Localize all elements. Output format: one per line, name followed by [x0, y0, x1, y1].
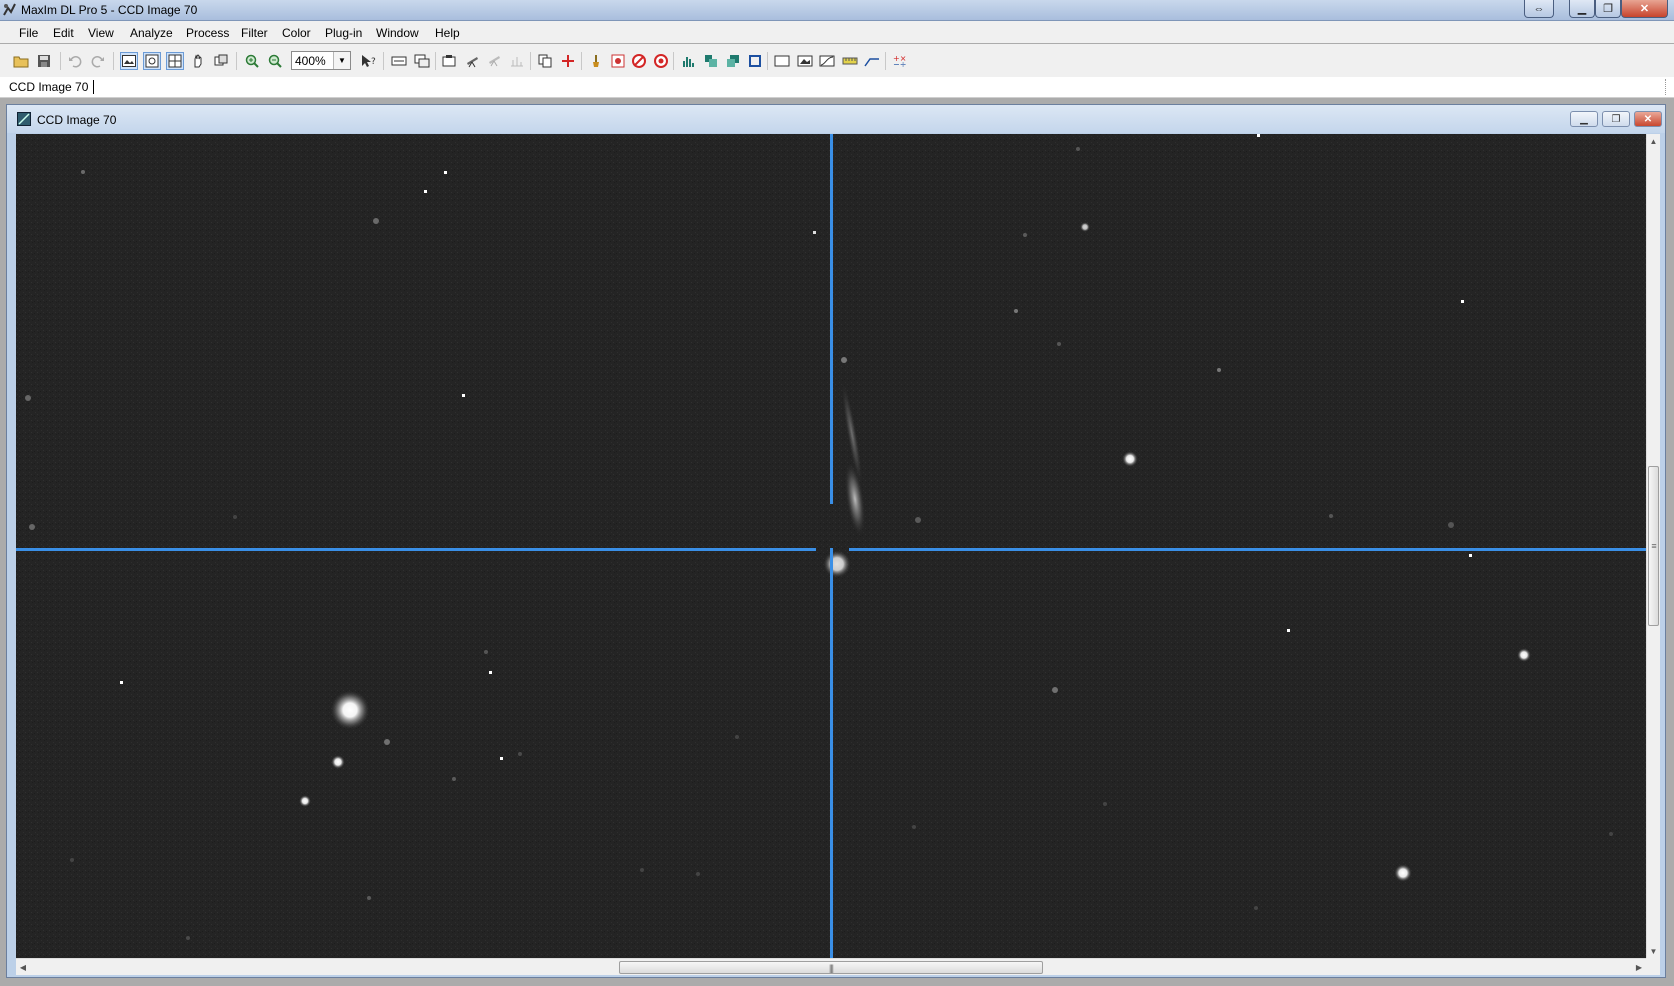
- toolbar-separator: [767, 52, 768, 70]
- image-document-icon: [17, 112, 31, 126]
- toolbar-separator: [581, 52, 582, 70]
- crosshair-horizontal-left: [16, 548, 816, 551]
- image-window-title-bar[interactable]: CCD Image 70 ▁ ❐ ✕: [7, 105, 1665, 133]
- close-button[interactable]: ✕: [1621, 0, 1668, 18]
- star-field: [16, 134, 1646, 958]
- crosshair-vertical-top: [830, 134, 833, 504]
- menu-color[interactable]: Color: [282, 26, 311, 40]
- ccd-image-canvas[interactable]: [16, 134, 1646, 958]
- minimize-button[interactable]: ▁: [1569, 0, 1595, 18]
- menu-window[interactable]: Window: [376, 26, 419, 40]
- hand-pan-icon[interactable]: [189, 52, 207, 70]
- contour-view-icon[interactable]: [166, 52, 184, 70]
- crosshair-vertical-bottom: [830, 548, 833, 958]
- open-folder-icon[interactable]: [12, 52, 30, 70]
- scroll-left-icon[interactable]: ◀: [16, 960, 30, 974]
- menu-plug-in[interactable]: Plug-in: [325, 26, 362, 40]
- observatory-icon[interactable]: [486, 52, 504, 70]
- menu-bar: File Edit View Analyze Process Filter Co…: [0, 21, 1674, 43]
- autoguide-icon[interactable]: [508, 52, 526, 70]
- ruler-icon[interactable]: [841, 52, 859, 70]
- vertical-scroll-thumb[interactable]: ≡: [1648, 466, 1659, 626]
- menu-filter[interactable]: Filter: [241, 26, 268, 40]
- toolbar-separator: [60, 52, 61, 70]
- image-maximize-button[interactable]: ❐: [1602, 111, 1630, 127]
- text-caret: [93, 80, 94, 94]
- line-profile-icon[interactable]: [863, 52, 881, 70]
- window-arrange-icon[interactable]: [212, 52, 230, 70]
- chevron-down-icon[interactable]: ▼: [333, 52, 350, 69]
- undo-icon[interactable]: [66, 52, 84, 70]
- menu-view[interactable]: View: [88, 26, 114, 40]
- zoom-out-icon[interactable]: [266, 52, 284, 70]
- crosshair-horizontal-right: [849, 548, 1646, 551]
- toolbar-separator: [383, 52, 384, 70]
- blank-frame-icon[interactable]: [773, 52, 791, 70]
- horizontal-scrollbar[interactable]: ◀ ||| ▶: [16, 958, 1646, 975]
- document-label[interactable]: CCD Image 70: [9, 80, 88, 94]
- histogram-icon[interactable]: [680, 52, 698, 70]
- title-bar: MaxIm DL Pro 5 - CCD Image 70 ⇔ ▁ ❐ ✕: [0, 0, 1674, 21]
- telescope-icon[interactable]: [464, 52, 482, 70]
- svg-text:?: ?: [371, 57, 376, 67]
- image-minimize-button[interactable]: ▁: [1570, 111, 1598, 127]
- stack-icon[interactable]: [702, 52, 720, 70]
- toolbar-separator: [435, 52, 436, 70]
- image-close-button[interactable]: ✕: [1634, 111, 1662, 127]
- scroll-up-icon[interactable]: ▲: [1647, 134, 1660, 148]
- layers-icon[interactable]: [724, 52, 742, 70]
- menu-analyze[interactable]: Analyze: [130, 26, 173, 40]
- zoom-in-icon[interactable]: [243, 52, 261, 70]
- screen-stretch-icon[interactable]: [390, 52, 408, 70]
- brush-icon[interactable]: [587, 52, 605, 70]
- redo-icon[interactable]: [89, 52, 107, 70]
- toolbar-separator: [673, 52, 674, 70]
- information-window-icon[interactable]: [413, 52, 431, 70]
- document-bar: CCD Image 70: [0, 77, 1674, 98]
- crosshair-view-icon[interactable]: [143, 52, 161, 70]
- toolbar-grip[interactable]: [1665, 79, 1672, 95]
- toolbar-separator: [236, 52, 237, 70]
- horizontal-scroll-thumb[interactable]: |||: [619, 961, 1043, 974]
- menu-edit[interactable]: Edit: [53, 26, 74, 40]
- save-icon[interactable]: [35, 52, 53, 70]
- resize-arrows-icon[interactable]: ⇔: [1524, 0, 1554, 18]
- star-select-icon[interactable]: [609, 52, 627, 70]
- help-pointer-icon[interactable]: ?: [360, 52, 378, 70]
- maximize-button[interactable]: ❐: [1595, 0, 1621, 18]
- curve-graph-icon[interactable]: [818, 52, 836, 70]
- toolbar-separator: [530, 52, 531, 70]
- camera-control-icon[interactable]: [441, 52, 459, 70]
- scroll-right-icon[interactable]: ▶: [1632, 960, 1646, 974]
- picture-icon[interactable]: [796, 52, 814, 70]
- copy-icon[interactable]: [536, 52, 554, 70]
- toolbar-separator: [113, 52, 114, 70]
- stop-icon[interactable]: [652, 52, 670, 70]
- svg-text:−÷: −÷: [893, 60, 906, 68]
- scroll-corner: [1646, 958, 1660, 975]
- toolbar-tools: ? +× −÷: [355, 44, 1674, 77]
- menu-help[interactable]: Help: [435, 26, 460, 40]
- scroll-down-icon[interactable]: ▼: [1647, 944, 1660, 958]
- zoom-value: 400%: [295, 54, 326, 68]
- menu-file[interactable]: File: [19, 26, 38, 40]
- pixel-math-icon[interactable]: +× −÷: [891, 52, 909, 70]
- zoom-select[interactable]: 400% ▼: [291, 51, 351, 70]
- app-icon: [3, 3, 16, 16]
- window-title: MaxIm DL Pro 5 - CCD Image 70: [21, 3, 198, 17]
- no-entry-icon[interactable]: [630, 52, 648, 70]
- frame-icon[interactable]: [746, 52, 764, 70]
- vertical-scrollbar[interactable]: ▲ ≡ ▼: [1646, 134, 1660, 958]
- image-window-title: CCD Image 70: [37, 113, 117, 127]
- toolbar-separator: [885, 52, 886, 70]
- add-marker-icon[interactable]: [559, 52, 577, 70]
- menu-process[interactable]: Process: [186, 26, 229, 40]
- image-view-icon[interactable]: [120, 52, 138, 70]
